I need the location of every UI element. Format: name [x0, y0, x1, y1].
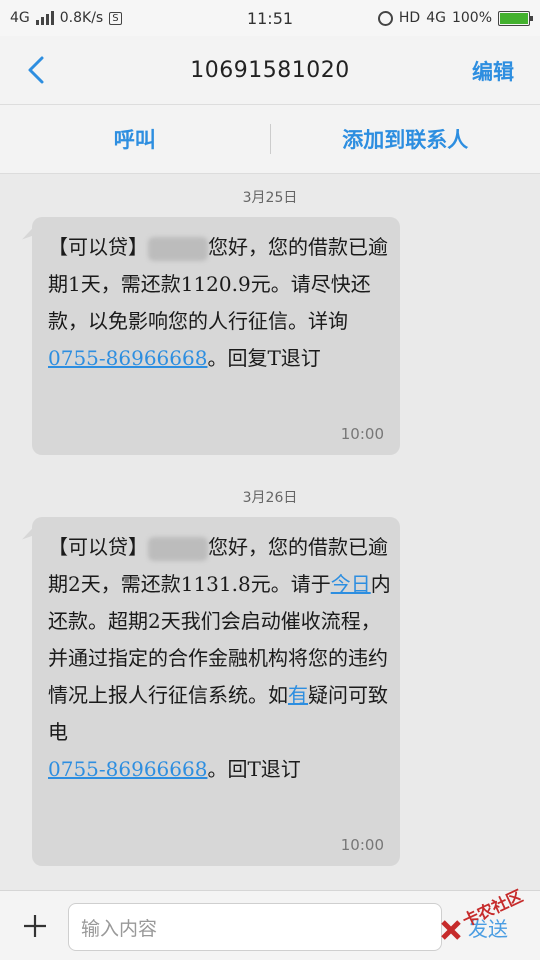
send-button[interactable]: 发送 卡农社区	[440, 886, 540, 951]
edit-button[interactable]: 编辑	[472, 56, 514, 86]
battery-percent: 100%	[451, 10, 492, 26]
text-link[interactable]: 有	[288, 683, 308, 707]
message-time: 10:00	[340, 425, 384, 443]
plus-icon[interactable]	[22, 913, 48, 939]
message-time: 10:00	[340, 836, 384, 854]
status-bar: 4G 0.8K/s S 11:51 HD 4G 100%	[0, 0, 540, 36]
date-link[interactable]: 今日	[331, 572, 371, 596]
conversation-list[interactable]: 3月25日 【可以贷】 您好，您的借款已逾期1天，需还款1120.9元。请尽快还款…	[0, 175, 540, 890]
call-button[interactable]: 呼叫	[0, 124, 270, 154]
network-type-2: 4G	[426, 10, 446, 26]
network-speed: 0.8K/s	[59, 10, 104, 26]
message-tail: 。回T退订	[207, 757, 301, 781]
message-sender-tag: 【可以贷】	[48, 235, 148, 259]
alarm-icon	[377, 10, 393, 26]
network-type: 4G	[10, 10, 30, 26]
message-bubble[interactable]: 【可以贷】 您好，您的借款已逾期1天，需还款1120.9元。请尽快还款，以免影响您…	[32, 217, 400, 455]
hd-indicator: HD	[398, 10, 421, 26]
message-bubble[interactable]: 【可以贷】 您好，您的借款已逾期2天，需还款1131.8元。请于今日内还款。超期2…	[32, 517, 400, 866]
watermark-logo-icon	[441, 920, 461, 940]
message-text: 【可以贷】 您好，您的借款已逾期1天，需还款1120.9元。请尽快还款，以免影响您…	[48, 229, 393, 377]
date-separator: 3月26日	[242, 490, 298, 506]
date-separator: 3月25日	[242, 190, 298, 206]
redacted-name	[148, 536, 208, 561]
sim-badge-icon: S	[109, 11, 122, 25]
redacted-name	[148, 236, 208, 261]
action-bar: 呼叫 添加到联系人	[0, 104, 540, 174]
add-contact-button[interactable]: 添加到联系人	[271, 124, 540, 154]
message-input[interactable]: 输入内容	[68, 903, 442, 951]
battery-icon	[498, 10, 533, 26]
message-sender-tag: 【可以贷】	[48, 535, 148, 559]
phone-link[interactable]: 0755-86966668	[48, 757, 207, 781]
phone-link[interactable]: 0755-86966668	[48, 346, 207, 370]
message-text: 【可以贷】 您好，您的借款已逾期2天，需还款1131.8元。请于今日内还款。超期2…	[48, 529, 393, 788]
composer-bar: 输入内容 发送 卡农社区	[0, 886, 540, 960]
message-tail: 。回复T退订	[207, 346, 321, 370]
page-title: 10691581020	[190, 57, 350, 83]
signal-icon	[35, 11, 54, 25]
title-bar: 10691581020 编辑	[0, 36, 540, 104]
back-chevron-icon[interactable]	[22, 54, 54, 86]
